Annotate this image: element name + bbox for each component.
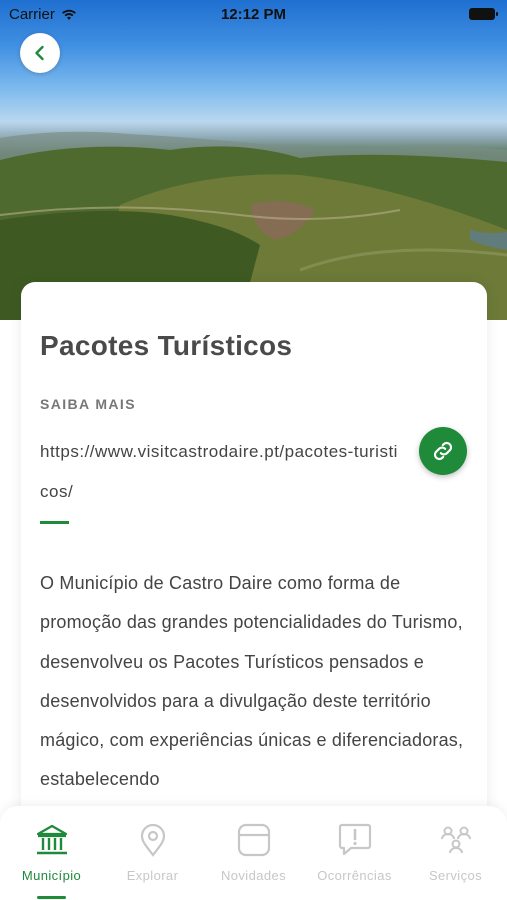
status-time: 12:12 PM: [220, 6, 287, 23]
chevron-left-icon: [35, 45, 44, 61]
news-icon: [236, 822, 272, 858]
tab-explorar[interactable]: Explorar: [102, 806, 203, 900]
description-text: O Município de Castro Daire como forma d…: [40, 573, 464, 790]
battery-icon: [469, 8, 498, 20]
tab-novidades[interactable]: Novidades: [203, 806, 304, 900]
tab-label: Novidades: [220, 868, 287, 883]
alert-message-icon: [337, 822, 373, 858]
tab-label: Explorar: [126, 868, 179, 883]
accent-divider: [40, 521, 69, 524]
services-icon: [438, 822, 474, 858]
content-card: Pacotes Turísticos SAIBA MAIS https://ww…: [21, 282, 487, 842]
open-link-button[interactable]: [419, 427, 467, 475]
back-button[interactable]: [20, 33, 60, 73]
status-bar: Carrier 12:12 PM: [0, 0, 507, 28]
tab-municipio[interactable]: Município: [1, 806, 102, 900]
tab-ocorrencias[interactable]: Ocorrências: [304, 806, 405, 900]
tab-label: Ocorrências: [317, 868, 392, 883]
link-url[interactable]: https://www.visitcastrodaire.pt/pacotes-…: [40, 432, 400, 512]
active-tab-indicator: [37, 896, 66, 899]
hero-landscape-image: [0, 0, 507, 320]
landscape-illustration: [0, 131, 507, 320]
page-title: Pacotes Turísticos: [40, 330, 293, 361]
map-pin-icon: [135, 822, 171, 858]
section-label: SAIBA MAIS: [40, 396, 136, 412]
tab-label: Município: [21, 868, 82, 883]
tab-label: Serviços: [428, 868, 483, 883]
link-icon: [433, 441, 453, 461]
tab-servicos[interactable]: Serviços: [405, 806, 506, 900]
building-icon: [34, 822, 70, 858]
tab-bar: Município Explorar Novidades Ocorrências…: [0, 806, 507, 900]
